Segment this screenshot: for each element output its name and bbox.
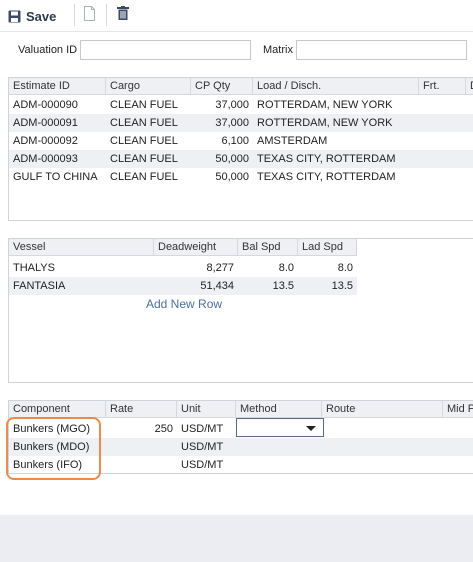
component-highlight: [6, 417, 101, 480]
table-row[interactable]: FANTASIA 51,434 13.5 13.5: [9, 277, 357, 295]
column-header[interactable]: Rate: [106, 401, 177, 418]
valuation-page: Save Valuation ID Matrix Estimate ID Car…: [0, 0, 473, 515]
add-new-row-link[interactable]: Add New Row: [146, 297, 222, 311]
trash-icon: [117, 6, 129, 20]
vessel-cell: THALYS: [13, 262, 55, 274]
delete-button[interactable]: [117, 6, 129, 20]
column-header[interactable]: Cargo: [106, 78, 191, 95]
load-disch-cell: TEXAS CITY, ROTTERDAM: [257, 171, 396, 183]
cp-qty-cell: 50,000: [215, 171, 249, 183]
toolbar-separator: [106, 4, 107, 26]
rate-cell[interactable]: [106, 456, 177, 473]
column-header[interactable]: Load / Disch.: [253, 78, 419, 95]
valuation-id-label: Valuation ID: [18, 44, 78, 56]
toolbar: Save: [0, 0, 473, 32]
lad-spd-cell: 13.5: [331, 280, 353, 292]
column-header[interactable]: Deadweight: [154, 239, 238, 256]
cp-qty-cell: 37,000: [215, 117, 249, 129]
column-header[interactable]: Route: [322, 401, 443, 418]
column-header[interactable]: Unit: [177, 401, 236, 418]
bal-spd-cell: 13.5: [272, 280, 294, 292]
column-header[interactable]: Frt.: [419, 78, 466, 95]
cargo-cell: CLEAN FUEL: [110, 135, 178, 147]
cp-qty-cell: 50,000: [215, 153, 249, 165]
toolbar-separator: [74, 4, 75, 26]
method-dropdown[interactable]: [236, 418, 324, 437]
cargo-cell: CLEAN FUEL: [110, 153, 178, 165]
estimate-id-cell: ADM-000091: [13, 117, 78, 129]
matrix-label: Matrix: [263, 44, 293, 56]
cargo-cell: CLEAN FUEL: [110, 171, 178, 183]
lad-spd-cell: 8.0: [337, 262, 353, 274]
load-disch-cell: TEXAS CITY, ROTTERDAM: [257, 153, 396, 165]
vessels-header: Vessel Deadweight Bal Spd Lad Spd: [9, 239, 357, 256]
deadweight-cell: 8,277: [206, 262, 234, 274]
table-row[interactable]: GULF TO CHINA CLEAN FUEL 50,000 TEXAS CI…: [9, 168, 419, 186]
estimate-id-cell: ADM-000090: [13, 99, 78, 111]
estimate-id-cell: ADM-000092: [13, 135, 78, 147]
load-disch-cell: ROTTERDAM, NEW YORK: [257, 117, 393, 129]
copy-icon: [84, 6, 95, 21]
column-header[interactable]: Component: [9, 401, 106, 418]
cargo-cell: CLEAN FUEL: [110, 117, 178, 129]
unit-cell: USD/MT: [181, 441, 224, 453]
matrix-input[interactable]: [296, 40, 467, 60]
unit-cell: USD/MT: [181, 459, 224, 471]
copy-button[interactable]: [83, 6, 96, 21]
load-disch-cell: ROTTERDAM, NEW YORK: [257, 99, 393, 111]
save-button[interactable]: Save: [8, 6, 56, 26]
save-icon: [8, 10, 21, 22]
unit-cell: USD/MT: [181, 423, 224, 435]
load-disch-cell: AMSTERDAM: [257, 135, 328, 147]
column-header[interactable]: Method: [236, 401, 322, 418]
toolbar-divider: [0, 31, 473, 32]
column-header[interactable]: Estimate ID: [9, 78, 106, 95]
column-header[interactable]: Vessel: [9, 239, 154, 256]
table-row[interactable]: ADM-000093 CLEAN FUEL 50,000 TEXAS CITY,…: [9, 150, 473, 168]
estimate-id-cell: ADM-000093: [13, 153, 78, 165]
table-row[interactable]: ADM-000091 CLEAN FUEL 37,000 ROTTERDAM, …: [9, 114, 473, 132]
column-header[interactable]: Mid P: [443, 401, 473, 418]
cargo-cell: CLEAN FUEL: [110, 99, 178, 111]
vessels-grid: Vessel Deadweight Bal Spd Lad Spd THALYS…: [8, 238, 473, 383]
table-row[interactable]: ADM-000090 CLEAN FUEL 37,000 ROTTERDAM, …: [9, 96, 419, 114]
save-label: Save: [26, 8, 57, 24]
table-row[interactable]: THALYS 8,277 8.0 8.0: [9, 259, 357, 277]
caret-down-icon: [306, 426, 316, 431]
estimates-grid: Estimate ID Cargo CP Qty Load / Disch. F…: [8, 77, 473, 221]
vessel-cell: FANTASIA: [13, 280, 66, 292]
column-header[interactable]: D: [466, 78, 473, 95]
rate-cell[interactable]: [106, 438, 177, 456]
column-header[interactable]: CP Qty: [191, 78, 253, 95]
components-header: Component Rate Unit Method Route Mid P: [9, 401, 473, 418]
cp-qty-cell: 37,000: [215, 99, 249, 111]
table-row[interactable]: ADM-000092 CLEAN FUEL 6,100 AMSTERDAM: [9, 132, 419, 150]
rate-cell[interactable]: 250: [106, 420, 177, 438]
estimates-header: Estimate ID Cargo CP Qty Load / Disch. F…: [9, 78, 473, 95]
deadweight-cell: 51,434: [200, 280, 234, 292]
estimate-id-cell: GULF TO CHINA: [13, 171, 98, 183]
column-header[interactable]: Lad Spd: [298, 239, 357, 256]
bal-spd-cell: 8.0: [278, 262, 294, 274]
valuation-id-input[interactable]: [80, 40, 251, 60]
cp-qty-cell: 6,100: [221, 135, 249, 147]
column-header[interactable]: Bal Spd: [238, 239, 298, 256]
